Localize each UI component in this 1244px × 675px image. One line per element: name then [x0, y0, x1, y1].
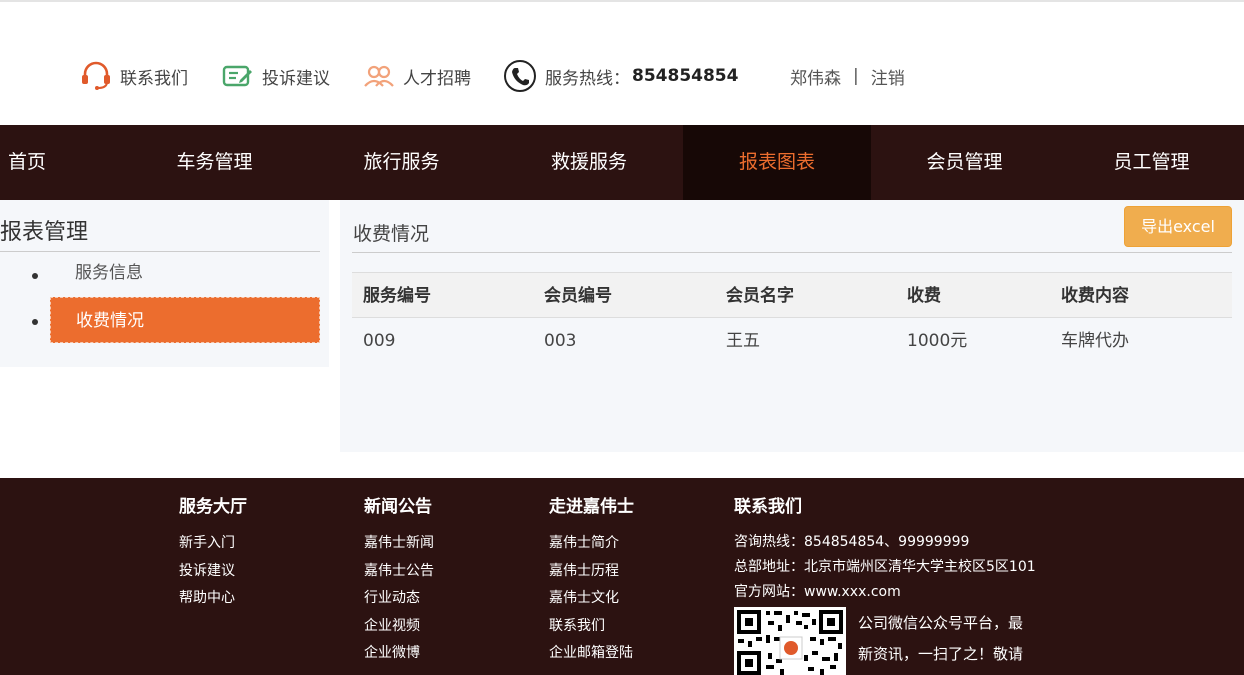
footer-col-title: 走进嘉伟士	[549, 497, 634, 517]
nav-travel[interactable]: 旅行服务	[308, 125, 495, 200]
fees-table: 服务编号 会员编号 会员名字 收费 收费内容 009 003 王五 1000元 …	[352, 272, 1232, 364]
footer-address: 总部地址：北京市端州区清华大学主校区5区101	[734, 559, 1036, 575]
footer-col-title: 服务大厅	[179, 497, 247, 517]
export-excel-button[interactable]: 导出excel	[1124, 206, 1232, 247]
col-header-member-id: 会员编号	[544, 286, 612, 306]
footer-link[interactable]: 企业视频	[364, 613, 434, 641]
complaint-label: 投诉建议	[262, 68, 330, 89]
footer-link[interactable]: 投诉建议	[179, 558, 247, 586]
headset-icon	[82, 61, 110, 90]
main-panel: 收费情况 导出excel 服务编号 会员编号 会员名字 收费 收费内容 009 …	[340, 200, 1244, 452]
nav-staff[interactable]: 员工管理	[1058, 125, 1244, 200]
edit-note-icon	[222, 65, 252, 87]
footer-col-title: 联系我们	[734, 497, 802, 517]
footer-link[interactable]: 联系我们	[549, 613, 634, 641]
footer-link[interactable]: 嘉伟士历程	[549, 558, 634, 586]
nav-vehicle[interactable]: 车务管理	[121, 125, 308, 200]
username[interactable]: 郑伟森	[790, 64, 841, 89]
title-divider	[352, 252, 1232, 253]
footer-link[interactable]: 嘉伟士公告	[364, 558, 434, 586]
footer-col-title: 新闻公告	[364, 497, 432, 517]
user-separator: |	[853, 66, 859, 86]
user-area: 郑伟森 | 注销	[790, 60, 905, 92]
recruit-link[interactable]: 人才招聘	[363, 60, 471, 92]
footer-phone: 咨询热线：854854854、99999999	[734, 534, 970, 550]
contact-link[interactable]: 联系我们	[80, 60, 188, 92]
hotline: 服务热线： 854854854	[503, 60, 738, 92]
people-icon	[364, 65, 394, 87]
footer: 服务大厅 新手入门 投诉建议 帮助中心 新闻公告 嘉伟士新闻 嘉伟士公告 行业动…	[0, 478, 1244, 675]
footer-link[interactable]: 企业邮箱登陆	[549, 640, 634, 668]
hotline-label: 服务热线：	[545, 68, 630, 89]
sidebar: 报表管理 服务信息 收费情况	[0, 200, 329, 367]
footer-link[interactable]: 嘉伟士新闻	[364, 530, 434, 558]
recruit-label: 人才招聘	[403, 68, 471, 89]
footer-link[interactable]: 新手入门	[179, 530, 247, 558]
footer-link[interactable]: 嘉伟士简介	[549, 530, 634, 558]
col-header-fee: 收费	[907, 286, 941, 306]
footer-link[interactable]: 嘉伟士文化	[549, 585, 634, 613]
contact-label: 联系我们	[120, 68, 188, 89]
footer-website[interactable]: 官方网站：www.xxx.com	[734, 580, 1036, 605]
top-bar: 联系我们 投诉建议 人才招聘 服务热线： 854854854 郑伟森 | 注销	[0, 2, 1244, 125]
complaint-link[interactable]: 投诉建议	[222, 60, 330, 92]
hotline-number: 854854854	[632, 66, 739, 86]
nav-members[interactable]: 会员管理	[871, 125, 1058, 200]
footer-col-contact: 联系我们 咨询热线：854854854、99999999 总部地址：北京市端州区…	[734, 494, 1036, 605]
cell-fee: 1000元	[907, 331, 968, 351]
bullet-icon	[32, 273, 38, 279]
footer-col-about: 走进嘉伟士 嘉伟士简介 嘉伟士历程 嘉伟士文化 联系我们 企业邮箱登陆	[549, 494, 634, 668]
nav-home[interactable]: 首页	[0, 125, 54, 200]
nav-rescue[interactable]: 救援服务	[495, 125, 683, 200]
bullet-icon	[32, 319, 38, 325]
cell-service-id: 009	[363, 331, 396, 351]
footer-link[interactable]: 帮助中心	[179, 585, 247, 613]
qr-description: 公司微信公众号平台，最 新资讯，一扫了之！敬请	[858, 608, 1048, 670]
col-header-service-id: 服务编号	[363, 286, 431, 306]
wechat-qr-code	[734, 607, 846, 675]
page-title: 收费情况	[353, 223, 430, 245]
cell-member-id: 003	[544, 331, 577, 351]
cell-member-name: 王五	[726, 331, 760, 351]
logout-link[interactable]: 注销	[871, 64, 905, 89]
footer-col-news: 新闻公告 嘉伟士新闻 嘉伟士公告 行业动态 企业视频 企业微博	[364, 494, 434, 668]
qr-text-line: 公司微信公众号平台，最	[858, 614, 1024, 632]
col-header-fee-content: 收费内容	[1061, 286, 1129, 306]
footer-col-service: 服务大厅 新手入门 投诉建议 帮助中心	[179, 494, 247, 613]
table-row: 009 003 王五 1000元 车牌代办	[352, 318, 1232, 364]
sidebar-item-service-info[interactable]: 服务信息	[50, 250, 320, 296]
table-header: 服务编号 会员编号 会员名字 收费 收费内容	[352, 272, 1232, 318]
sidebar-title: 报表管理	[0, 220, 89, 245]
sidebar-item-fees[interactable]: 收费情况	[50, 297, 320, 343]
col-header-member-name: 会员名字	[726, 286, 794, 306]
nav-reports[interactable]: 报表图表	[683, 125, 871, 200]
phone-icon	[504, 60, 536, 92]
qr-code-icon	[737, 610, 843, 675]
footer-link[interactable]: 行业动态	[364, 585, 434, 613]
footer-link[interactable]: 企业微博	[364, 640, 434, 668]
main-nav: 首页 车务管理 旅行服务 救援服务 报表图表 会员管理 员工管理	[0, 125, 1244, 200]
cell-fee-content: 车牌代办	[1061, 331, 1129, 351]
qr-text-line: 新资讯，一扫了之！敬请	[858, 645, 1024, 663]
